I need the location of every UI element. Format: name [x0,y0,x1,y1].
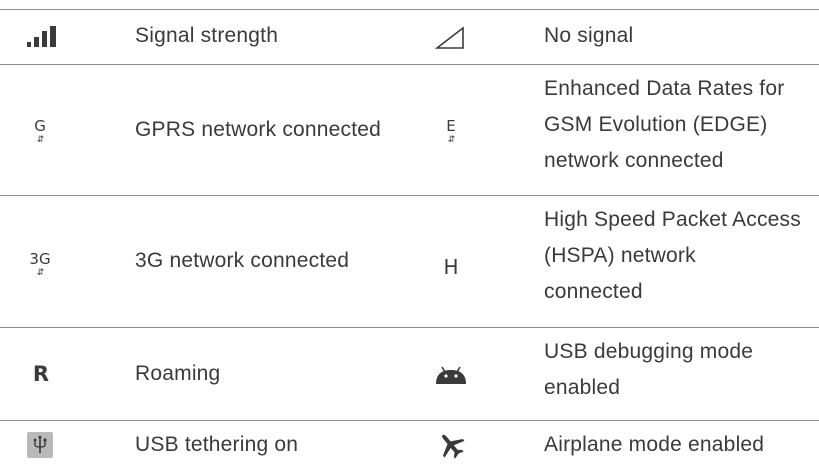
table-row: R Roaming USB debugging mode enabled [0,328,819,420]
signal-strength-label: Signal strength [135,24,279,47]
3g-icon: 3G ⇵ [29,249,51,278]
data-activity-arrows-icon: ⇵ [447,134,455,145]
gprs-label: GPRS network connected [135,118,382,141]
roaming-icon: R [32,362,50,386]
no-signal-icon [434,24,468,52]
airplane-icon [434,429,468,461]
usb-debugging-label: USB debugging mode enabled [544,340,754,399]
edge-label: Enhanced Data Rates for GSM Evolution (E… [544,77,785,172]
signal-strength-icon [24,24,60,50]
usb-tethering-label: USB tethering on [135,433,299,456]
gprs-icon: G ⇵ [34,116,46,145]
roaming-label: Roaming [135,362,221,385]
hspa-icon: H [443,255,459,279]
table-row: USB tethering on Airplane mode enabled [0,421,819,472]
hspa-label: High Speed Packet Access (HSPA) network … [544,208,801,303]
usb-tethering-icon [26,431,54,459]
usb-debugging-icon [433,362,469,388]
table-row: Signal strength No signal [0,10,819,64]
airplane-mode-label: Airplane mode enabled [544,433,765,456]
no-signal-label: No signal [544,24,634,47]
3g-label: 3G network connected [135,249,350,272]
data-activity-arrows-icon: ⇵ [36,267,44,278]
edge-icon: E ⇵ [446,116,456,145]
data-activity-arrows-icon: ⇵ [36,134,44,145]
table-row: 3G ⇵ 3G network connected H High Speed P… [0,196,819,327]
table-row: G ⇵ GPRS network connected E ⇵ Enhanced … [0,65,819,195]
